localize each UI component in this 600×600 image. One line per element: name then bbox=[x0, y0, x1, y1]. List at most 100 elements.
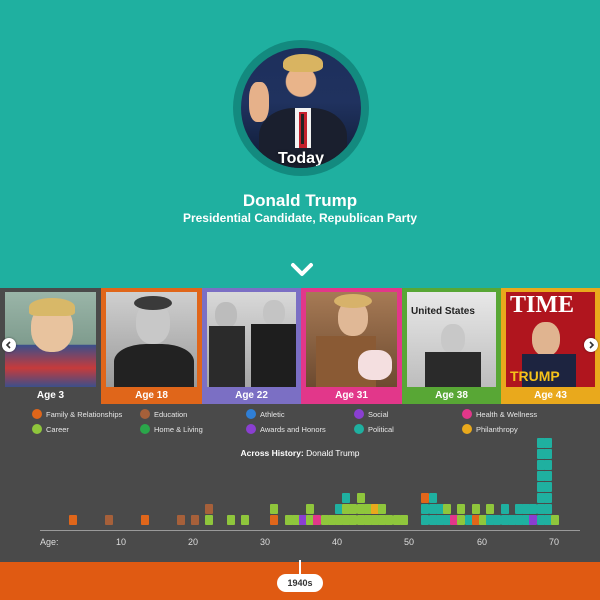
photo-age-3 bbox=[5, 292, 96, 387]
carousel-prev-button[interactable] bbox=[2, 338, 16, 352]
timeline-title-prefix: Across History: bbox=[240, 448, 304, 458]
timeline-event-age-3[interactable] bbox=[68, 515, 77, 525]
home-icon bbox=[140, 424, 150, 434]
timeline-event-age-22[interactable] bbox=[205, 504, 214, 514]
timeline-event-age-49[interactable] bbox=[399, 515, 408, 525]
timeline-event-age-55[interactable] bbox=[443, 504, 451, 514]
athletic-icon bbox=[246, 409, 256, 419]
photo-hair bbox=[334, 294, 372, 308]
portrait-hand bbox=[249, 82, 269, 122]
timeline-event-age-22[interactable] bbox=[205, 515, 214, 525]
decade-marker-line bbox=[299, 560, 301, 574]
photo-age-43: TIME TRUMP bbox=[506, 292, 595, 387]
photo-age-22 bbox=[207, 292, 296, 387]
photo-face bbox=[263, 300, 285, 326]
axis-tick: 10 bbox=[116, 537, 127, 547]
timeline-event-age-69[interactable] bbox=[543, 460, 552, 470]
timeline-event-age-25[interactable] bbox=[227, 515, 235, 525]
photo-gown bbox=[251, 324, 296, 387]
carousel-caption: Age 22 bbox=[235, 390, 268, 401]
axis-tick: 50 bbox=[404, 537, 415, 547]
timeline-title-name: Donald Trump bbox=[306, 448, 360, 458]
chevron-left-icon bbox=[5, 341, 11, 349]
career-icon bbox=[32, 424, 42, 434]
carousel-card-age-38[interactable]: United States Age 38 bbox=[402, 288, 501, 404]
person-subtitle: Presidential Candidate, Republican Party bbox=[182, 211, 418, 225]
photo-face bbox=[441, 324, 465, 354]
category-legend: Family & Relationships Education Athleti… bbox=[0, 404, 600, 440]
carousel-card-age-18[interactable]: Age 18 bbox=[101, 288, 202, 404]
portrait-label: Today bbox=[278, 150, 324, 167]
timeline-event-age-53[interactable] bbox=[428, 493, 437, 503]
profile-header: Today Donald Trump Presidential Candidat… bbox=[0, 0, 600, 288]
timeline-event-age-57[interactable] bbox=[457, 504, 466, 514]
chevron-down-icon[interactable] bbox=[290, 262, 314, 278]
carousel-caption: Age 38 bbox=[435, 390, 468, 401]
timeline-event-age-41[interactable] bbox=[342, 493, 351, 503]
timeline-event-age-13[interactable] bbox=[140, 515, 149, 525]
timeline-event-age-31[interactable] bbox=[270, 515, 279, 525]
timeline-event-age-69[interactable] bbox=[543, 504, 552, 514]
photo-baby bbox=[358, 350, 392, 380]
portrait-today[interactable]: Today bbox=[241, 48, 361, 168]
axis-tick: 70 bbox=[549, 537, 560, 547]
portrait-microphone bbox=[301, 114, 304, 144]
timeline-event-age-31[interactable] bbox=[270, 504, 279, 514]
timeline-event-age-46[interactable] bbox=[378, 504, 387, 514]
carousel-card-age-31[interactable]: Age 31 bbox=[301, 288, 402, 404]
timeline-event-age-61[interactable] bbox=[486, 504, 495, 514]
timeline-event-age-69[interactable] bbox=[543, 471, 552, 481]
photo-hair bbox=[134, 296, 172, 310]
photo-suit bbox=[425, 352, 481, 387]
timeline-event-age-20[interactable] bbox=[191, 515, 199, 525]
timeline-event-age-59[interactable] bbox=[471, 504, 480, 514]
timeline-event-age-69[interactable] bbox=[543, 482, 552, 492]
education-icon bbox=[140, 409, 150, 419]
portrait-ring: Today bbox=[233, 40, 369, 176]
political-icon bbox=[354, 424, 364, 434]
photo-age-31 bbox=[306, 292, 397, 387]
award-icon bbox=[246, 424, 256, 434]
axis-tick: 40 bbox=[332, 537, 343, 547]
timeline-title: Across History: Donald Trump bbox=[0, 448, 600, 458]
timeline-event-age-69[interactable] bbox=[543, 438, 552, 448]
photo-face bbox=[215, 302, 237, 328]
timeline-event-age-27[interactable] bbox=[241, 515, 250, 525]
timeline-event-age-69[interactable] bbox=[543, 449, 552, 459]
timeline-axis bbox=[40, 530, 580, 531]
newsprint-text: United States bbox=[411, 306, 475, 317]
timeline-event-age-8[interactable] bbox=[104, 515, 113, 525]
axis-tick: 60 bbox=[477, 537, 488, 547]
portrait-hair bbox=[283, 54, 323, 72]
photo-suit bbox=[209, 326, 245, 387]
timeline-event-age-69[interactable] bbox=[543, 493, 552, 503]
time-cover-name: TRUMP bbox=[510, 368, 560, 384]
person-name: Donald Trump bbox=[242, 191, 358, 210]
carousel-caption: Age 43 bbox=[534, 390, 567, 401]
social-icon bbox=[354, 409, 364, 419]
carousel-card-age-22[interactable]: Age 22 bbox=[202, 288, 301, 404]
photo-face bbox=[532, 322, 560, 356]
timeline-event-age-36[interactable] bbox=[306, 504, 315, 514]
timeline-event-age-63[interactable] bbox=[500, 504, 509, 514]
axis-tick: 30 bbox=[260, 537, 271, 547]
carousel-caption: Age 3 bbox=[36, 390, 65, 401]
axis-tick: 20 bbox=[188, 537, 199, 547]
photo-age-18 bbox=[106, 292, 197, 387]
life-timeline: Across History: Donald Trump Age: 10 20 … bbox=[0, 438, 600, 562]
axis-label: Age: bbox=[40, 537, 59, 547]
family-icon bbox=[32, 409, 42, 419]
time-cover-title: TIME bbox=[510, 292, 575, 318]
photo-age-38: United States bbox=[407, 292, 496, 387]
carousel-caption: Age 31 bbox=[335, 390, 368, 401]
age-carousel: Age 3 Age 18 Age 22 Age 31 United States bbox=[0, 288, 600, 404]
timeline-event-age-70[interactable] bbox=[551, 515, 559, 525]
decade-badge[interactable]: 1940s bbox=[277, 574, 323, 592]
timeline-event-age-18[interactable] bbox=[176, 515, 185, 525]
photo-hair bbox=[29, 298, 75, 316]
chevron-right-icon bbox=[589, 341, 595, 349]
timeline-event-age-43[interactable] bbox=[356, 493, 365, 503]
carousel-next-button[interactable] bbox=[584, 338, 598, 352]
philanthropy-icon bbox=[462, 424, 472, 434]
health-icon bbox=[462, 409, 472, 419]
